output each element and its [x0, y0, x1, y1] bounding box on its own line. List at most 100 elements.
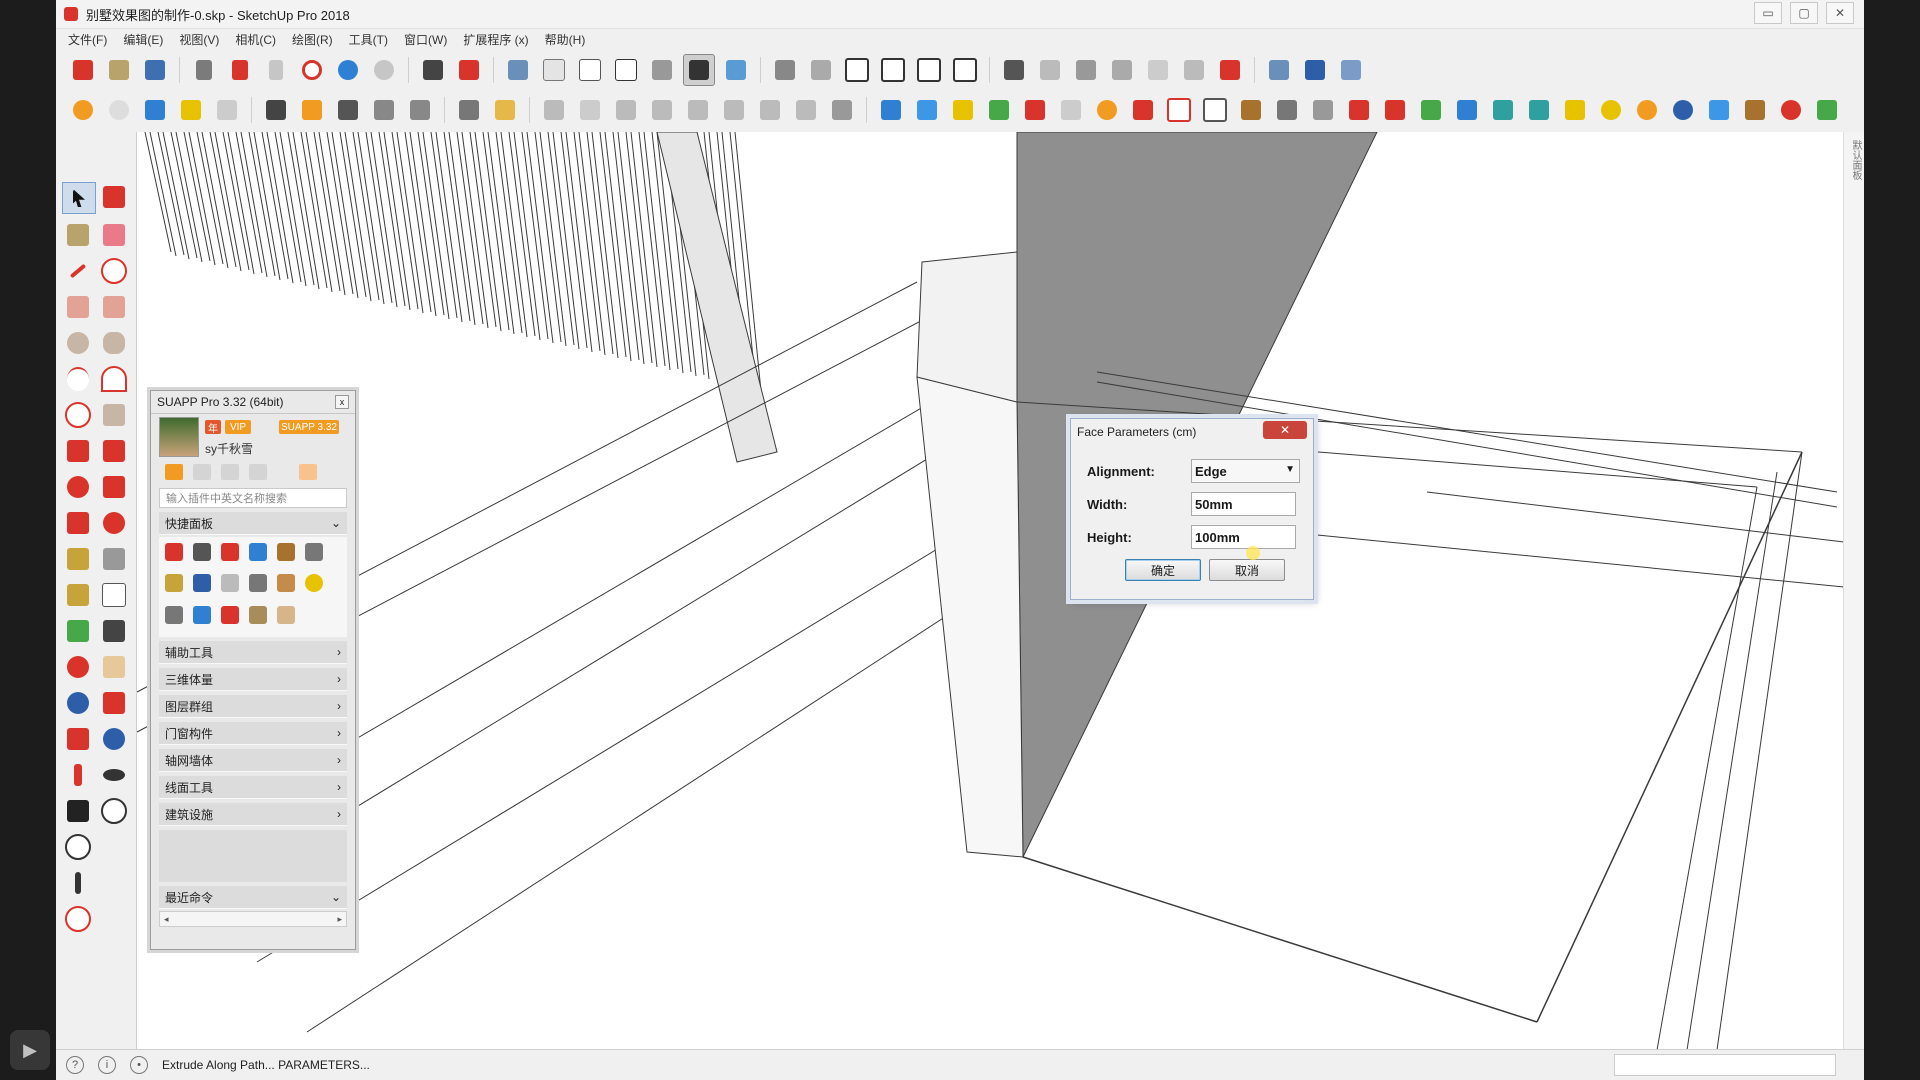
move-tool[interactable]	[62, 436, 94, 466]
arc-tool[interactable]	[62, 364, 94, 394]
chat-button[interactable]	[454, 95, 484, 125]
curve-button[interactable]	[1092, 95, 1122, 125]
blue-curve-button[interactable]	[1668, 95, 1698, 125]
recent-commands-header[interactable]: 最近命令 ⌄	[159, 886, 347, 909]
red-arrow-button[interactable]	[1776, 95, 1806, 125]
scroll-right-icon[interactable]: ▸	[337, 914, 342, 925]
protractor-tool[interactable]	[62, 580, 94, 610]
section-fill-button[interactable]	[1336, 55, 1366, 85]
section-plane-tool[interactable]	[98, 796, 130, 826]
rock-plugin-icon[interactable]	[249, 605, 267, 624]
ring-plugin-icon[interactable]	[305, 574, 323, 593]
stairs-button[interactable]	[1164, 95, 1194, 125]
back-edges-button[interactable]	[539, 55, 569, 85]
model-canvas[interactable]	[137, 132, 1844, 1050]
section-display-button[interactable]	[1300, 55, 1330, 85]
category-doors-windows[interactable]: 门窗构件 ›	[159, 722, 347, 745]
version-badge[interactable]: SUAPP 3.32	[279, 420, 339, 434]
red-plane-button[interactable]	[1020, 95, 1050, 125]
arrange-plugin-icon[interactable]	[305, 543, 323, 561]
sandbox-tool-1[interactable]	[62, 832, 94, 862]
pan-tool[interactable]	[98, 652, 130, 682]
left-view-button[interactable]	[950, 55, 980, 85]
warning-button[interactable]	[1560, 95, 1590, 125]
grid-plugin-icon[interactable]	[277, 543, 295, 561]
zoom-window-tool[interactable]	[98, 688, 130, 718]
face-plugin-icon[interactable]	[221, 574, 239, 593]
recent-scrollbar[interactable]: ◂ ▸	[159, 911, 347, 927]
walk-tool[interactable]	[62, 796, 94, 826]
components-button[interactable]	[1071, 55, 1101, 85]
pipe-plugin-icon[interactable]	[165, 574, 183, 593]
warehouse-button[interactable]	[999, 55, 1029, 85]
user-icon[interactable]	[221, 464, 239, 480]
rectangle-tool[interactable]	[62, 292, 94, 322]
orbit-tool[interactable]	[62, 652, 94, 682]
scroll-left-icon[interactable]: ◂	[164, 914, 169, 925]
pipe-button[interactable]	[1272, 95, 1302, 125]
print-button[interactable]	[418, 55, 448, 85]
polygon-tool[interactable]	[98, 328, 130, 358]
green-plane-button[interactable]	[984, 95, 1014, 125]
arc-plugin-icon[interactable]	[221, 543, 239, 561]
camera-button[interactable]	[212, 95, 242, 125]
orange-curve-button[interactable]	[1632, 95, 1662, 125]
refresh-button[interactable]	[104, 95, 134, 125]
top-view-button[interactable]	[806, 55, 836, 85]
info-button[interactable]	[490, 95, 520, 125]
axis-plugin-icon[interactable]	[193, 605, 211, 624]
sandbox-tool-3[interactable]	[62, 904, 94, 934]
width-input[interactable]: 50mm	[1191, 492, 1296, 516]
render-button[interactable]	[261, 95, 291, 125]
freehand-tool[interactable]	[98, 256, 130, 286]
monochrome-button[interactable]	[721, 55, 751, 85]
arc-button[interactable]	[1308, 95, 1338, 125]
section-plane-button[interactable]	[1264, 55, 1294, 85]
shaded-button[interactable]	[647, 55, 677, 85]
default-tray-tab[interactable]: 默认面板	[1843, 132, 1864, 1050]
iso-view-button[interactable]	[770, 55, 800, 85]
wood-button[interactable]	[1236, 95, 1266, 125]
height-input[interactable]: 100mm	[1191, 525, 1296, 549]
category-building-facilities[interactable]: 建筑设施 ›	[159, 803, 347, 826]
cube-plugin-icon[interactable]	[193, 574, 211, 593]
model-viewport[interactable]	[137, 132, 1844, 1050]
share-model-button[interactable]	[1035, 55, 1065, 85]
user-icon[interactable]: •	[130, 1056, 148, 1074]
shape-plugin-icon[interactable]	[193, 543, 211, 561]
cone-button[interactable]	[1488, 95, 1518, 125]
open-button[interactable]	[104, 55, 134, 85]
rotate-tool[interactable]	[62, 472, 94, 502]
avatar[interactable]	[159, 417, 199, 457]
hidden-line-button[interactable]	[611, 55, 641, 85]
back-view-button[interactable]	[914, 55, 944, 85]
axes-tool[interactable]	[62, 616, 94, 646]
circle-tool[interactable]	[62, 328, 94, 358]
front-view-button[interactable]	[842, 55, 872, 85]
position-camera-tool[interactable]	[62, 760, 94, 790]
two-point-arc-tool[interactable]	[98, 364, 130, 394]
info-icon[interactable]: i	[98, 1056, 116, 1074]
push-pull-tool[interactable]	[98, 436, 130, 466]
yellow-curve-button[interactable]	[1596, 95, 1626, 125]
search-icon[interactable]	[249, 464, 267, 480]
zoom-tool[interactable]	[62, 688, 94, 718]
erase-button[interactable]	[297, 55, 327, 85]
stop-button[interactable]	[1215, 55, 1245, 85]
menu-draw[interactable]: 绘图(R)	[292, 31, 333, 48]
save-button[interactable]	[140, 55, 170, 85]
snapshot-button[interactable]	[333, 95, 363, 125]
red-cross-button[interactable]	[1380, 95, 1410, 125]
scale-tool[interactable]	[62, 508, 94, 538]
select-tool[interactable]	[62, 182, 96, 214]
new-file-button[interactable]	[68, 55, 98, 85]
car-button[interactable]	[140, 95, 170, 125]
model-info-button[interactable]	[454, 55, 484, 85]
menu-window[interactable]: 窗口(W)	[404, 31, 447, 48]
dimension-tool[interactable]	[98, 544, 130, 574]
flag-button[interactable]	[1200, 95, 1230, 125]
list-icon[interactable]	[193, 464, 211, 480]
line-plugin-icon[interactable]	[165, 543, 183, 561]
shaded-textures-button[interactable]	[683, 54, 715, 86]
menu-file[interactable]: 文件(F)	[68, 31, 107, 48]
